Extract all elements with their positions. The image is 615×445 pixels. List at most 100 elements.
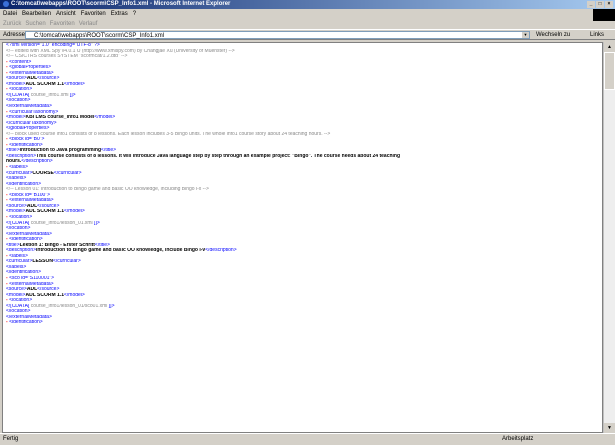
- xml-token: <block id="B0">: [9, 137, 45, 143]
- xml-token: <!-- CSICTRS courses SYSTEM "scormcat/1.…: [6, 54, 128, 60]
- xml-token: <externalMetadata>: [9, 70, 54, 76]
- xml-token: <labels>: [9, 253, 28, 259]
- window-controls: _ □ ×: [587, 1, 613, 8]
- xml-token: Lektion 1: Bingo - Erster Schritt: [19, 242, 95, 248]
- xml-token: <source>: [6, 76, 27, 82]
- xml-token: KBI LMS course_info1 Model: [25, 115, 95, 121]
- links-button[interactable]: Links: [590, 30, 604, 41]
- address-input[interactable]: C:\tomcat\webapps\ROOT\scorm\CSP_Info1.x…: [25, 31, 530, 39]
- xml-token: </curricular>: [53, 170, 82, 176]
- xml-token: </description>: [21, 159, 53, 165]
- xml-token: <!-- Lesson 01: Introduction to Bingo ga…: [6, 187, 209, 193]
- xml-token: <!-- edited with XML Spy v4.0.1 U (http:…: [6, 48, 235, 54]
- minimize-icon[interactable]: _: [587, 1, 595, 8]
- favorites-button[interactable]: Favoriten: [50, 19, 75, 29]
- status-bar: Fertig Arbeitsplatz: [0, 433, 615, 444]
- xml-token: <model>: [6, 209, 26, 215]
- xml-token: <description>: [6, 248, 37, 254]
- xml-token: </identification>: [6, 181, 42, 187]
- xml-token: </description>: [205, 248, 237, 254]
- go-button[interactable]: Wechseln zu: [536, 30, 570, 41]
- address-label: Adresse: [3, 32, 26, 38]
- window-title: C:\tomcat\webapps\ROOT\scorm\CSP_Info1.x…: [11, 1, 231, 7]
- xml-token: ]]>: [107, 303, 115, 309]
- xml-token: <curricular>: [6, 170, 33, 176]
- xml-token: </source>: [37, 76, 60, 82]
- xml-token: <location>: [9, 298, 33, 304]
- xml-token: <location>: [9, 87, 33, 93]
- xml-token: </location>: [6, 98, 31, 104]
- xml-token: course_info1/lesson_01.xml: [30, 220, 93, 226]
- xml-token: <curricular>: [6, 259, 33, 265]
- xml-token: Introduction to Bingo game and basic OO …: [36, 248, 206, 254]
- scroll-up-icon[interactable]: ▲: [604, 42, 615, 52]
- xml-token: ADL SCORM 1.1: [25, 81, 64, 87]
- address-bar: Adresse C:\tomcat\webapps\ROOT\scorm\CSP…: [0, 29, 615, 40]
- xml-token: <externalMetadata>: [9, 198, 54, 204]
- xml-token: <content>: [9, 59, 32, 65]
- xml-token: <model>: [6, 81, 26, 87]
- xml-token: <globalProperties>: [9, 65, 52, 71]
- xml-token: </model>: [64, 81, 85, 87]
- xml-token: </curricularTaxonomy>: [6, 120, 57, 126]
- xml-token: <![CDATA[: [6, 303, 31, 309]
- xml-token: <identification>: [9, 320, 43, 326]
- xml-token: </labels>: [6, 176, 27, 182]
- xml-token: course_info1/lesson_01/sco01.xml: [30, 303, 108, 309]
- xml-token: </model>: [64, 292, 85, 298]
- maximize-icon[interactable]: □: [596, 1, 604, 8]
- xml-token: </labels>: [6, 264, 27, 270]
- xml-token: </identification>: [6, 270, 42, 276]
- xml-token: ]]>: [68, 92, 76, 98]
- xml-token: <source>: [6, 287, 27, 293]
- xml-token: <?xml version="1.0" encoding="UTF-8" ?>: [6, 43, 100, 48]
- history-button[interactable]: Verlauf: [79, 19, 98, 29]
- xml-token: <location>: [9, 214, 33, 220]
- xml-token: </location>: [6, 309, 31, 315]
- xml-token: </curricular>: [52, 259, 81, 265]
- xml-token: </title>: [101, 148, 117, 154]
- xml-token: This course consists of 8 lessons. It wi…: [36, 153, 401, 159]
- vertical-scrollbar[interactable]: ▲ ▼: [603, 42, 615, 433]
- xml-token: <sco id="S110001">: [9, 275, 55, 281]
- menu-extras[interactable]: Extras: [111, 9, 128, 19]
- scrollbar-thumb[interactable]: [604, 52, 615, 90]
- scroll-down-icon[interactable]: ▼: [604, 423, 615, 433]
- ie-icon: [3, 1, 9, 7]
- menu-help[interactable]: ?: [133, 9, 136, 19]
- xml-token: ADL: [26, 76, 38, 82]
- security-zone: Arbeitsplatz: [502, 436, 534, 442]
- xml-token: ADL: [26, 203, 38, 209]
- search-button[interactable]: Suchen: [25, 19, 45, 29]
- back-button[interactable]: Zurück: [3, 19, 21, 29]
- xml-token: course_info1.xml: [30, 92, 69, 98]
- menu-datei[interactable]: Datei: [3, 9, 17, 19]
- xml-token: </location>: [6, 226, 31, 232]
- xml-content-view: <?xml version="1.0" encoding="UTF-8" ?> <…: [2, 42, 603, 433]
- menu-bar: Datei Bearbeiten Ansicht Favoriten Extra…: [0, 9, 615, 21]
- xml-token: <curricularTaxonomy>: [9, 109, 59, 115]
- xml-token: <model>: [6, 292, 26, 298]
- xml-token: </globalProperties>: [6, 126, 50, 132]
- xml-token: ]]>: [92, 220, 100, 226]
- menu-ansicht[interactable]: Ansicht: [56, 9, 76, 19]
- xml-token: </externalMetadata>: [6, 314, 52, 320]
- xml-token: <title>: [6, 242, 20, 248]
- xml-token: Introduction to Java programming: [19, 148, 102, 154]
- xml-token: <!-- block used course info1 consists of…: [6, 131, 331, 137]
- xml-token: <description>: [6, 153, 37, 159]
- chevron-down-icon[interactable]: ▼: [522, 32, 529, 38]
- menu-bearbeiten[interactable]: Bearbeiten: [22, 9, 51, 19]
- address-value: C:\tomcat\webapps\ROOT\scorm\CSP_Info1.x…: [34, 33, 165, 39]
- xml-token: <labels>: [9, 165, 28, 171]
- xml-token: <![CDATA[: [6, 220, 31, 226]
- xml-token: hours.: [6, 159, 22, 165]
- status-text: Fertig: [3, 436, 19, 442]
- xml-token: <externalMetadata>: [9, 281, 54, 287]
- xml-token: </externalMetadata>: [6, 104, 52, 110]
- xml-token: </externalMetadata>: [6, 231, 52, 237]
- xml-line: - <identification>: [3, 320, 602, 326]
- close-icon[interactable]: ×: [605, 1, 613, 8]
- xml-token: LESSON: [32, 259, 53, 265]
- menu-favoriten[interactable]: Favoriten: [81, 9, 106, 19]
